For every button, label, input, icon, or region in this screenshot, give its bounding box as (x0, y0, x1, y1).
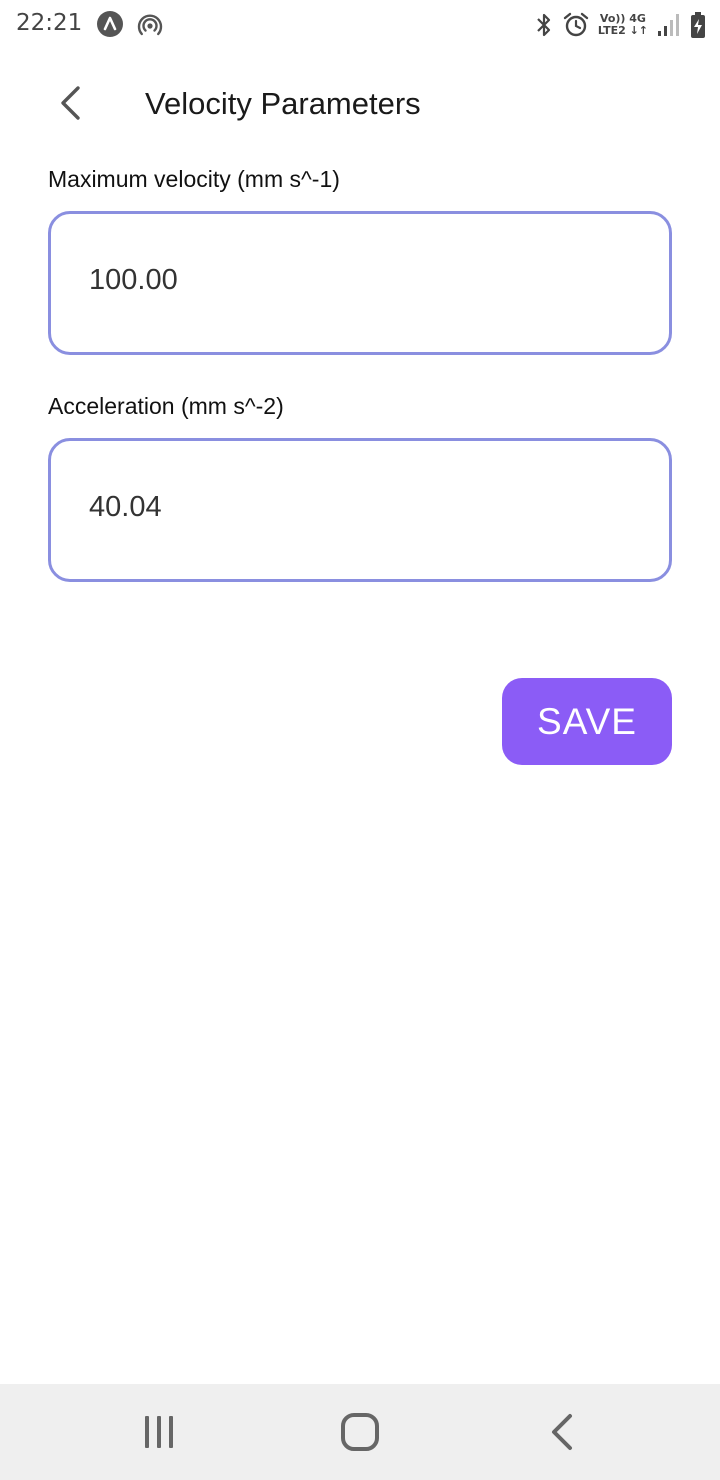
chevron-left-icon (61, 86, 80, 120)
status-time: 22:21 (16, 10, 83, 36)
home-icon (341, 1413, 379, 1451)
screen: 22:21 Vo)) 4G LTE2 ↓↑ Velocity Parameter… (0, 0, 720, 1480)
back-icon (552, 1414, 572, 1450)
page-title: Velocity Parameters (145, 86, 421, 121)
autodesk-icon (97, 11, 123, 37)
back-button[interactable] (46, 78, 96, 128)
acceleration-input[interactable] (89, 491, 629, 524)
navigation-bar (0, 1384, 720, 1480)
bluetooth-icon (537, 13, 550, 37)
hotspot-icon (137, 14, 163, 36)
battery-charging-icon (691, 12, 705, 38)
signal-icon (658, 14, 679, 36)
max-velocity-input[interactable] (89, 264, 629, 297)
save-button[interactable]: SAVE (502, 678, 672, 765)
status-icons: Vo)) 4G LTE2 ↓↑ (534, 8, 706, 42)
alarm-icon (563, 12, 589, 37)
acceleration-label: Acceleration (mm s^-2) (48, 393, 284, 419)
recent-apps-button[interactable] (135, 1410, 183, 1454)
max-velocity-label: Maximum velocity (mm s^-1) (48, 166, 340, 192)
home-button[interactable] (336, 1410, 384, 1454)
network-status: Vo)) 4G LTE2 ↓↑ (598, 13, 648, 37)
app-bar: Velocity Parameters (0, 60, 720, 150)
network-status-bottom: LTE2 ↓↑ (597, 24, 648, 37)
acceleration-field[interactable] (48, 438, 672, 582)
max-velocity-field[interactable] (48, 211, 672, 355)
recent-apps-icon (145, 1416, 173, 1448)
status-bar: 22:21 Vo)) 4G LTE2 ↓↑ (0, 0, 720, 50)
nav-back-button[interactable] (538, 1410, 586, 1454)
